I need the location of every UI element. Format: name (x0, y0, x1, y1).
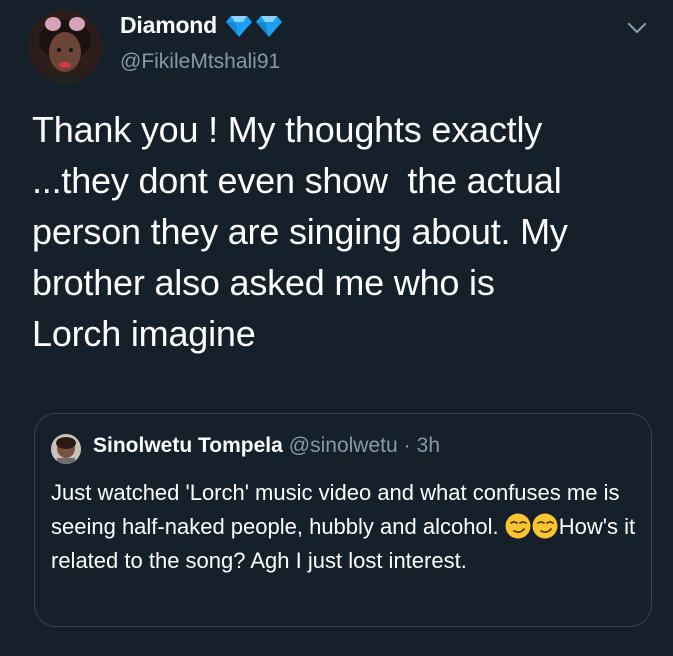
author-handle[interactable]: @FikileMtshali91 (120, 50, 280, 74)
tweet-text-line: person they are singing about. My (32, 211, 568, 252)
badge-group (225, 14, 283, 38)
diamond-icon (256, 15, 282, 37)
meta-separator: · (403, 434, 411, 457)
tweet-text: Thank you ! My thoughts exactly ...they d… (32, 104, 652, 359)
author-name-row: Diamond (120, 12, 283, 39)
quoted-timestamp[interactable]: 3h (417, 434, 440, 458)
tweet-card: Diamond @FikileMtshali91 Thank you ! My … (0, 0, 673, 656)
quoted-display-name[interactable]: Sinolwetu Tompela (93, 434, 283, 458)
tweet-text-line: brother also asked me who is (32, 262, 495, 303)
tweet-text-line: Thank you ! My thoughts exactly (32, 109, 543, 150)
tweet-text-line: Lorch imagine (32, 313, 256, 354)
quoted-tweet[interactable]: Sinolwetu Tompela @sinolwetu · 3h Just w… (34, 413, 652, 627)
diamond-icon (226, 15, 252, 37)
smirking-face-icon (505, 513, 531, 539)
quoted-text: Just watched 'Lorch' music video and wha… (51, 476, 643, 578)
chevron-down-icon[interactable] (623, 14, 651, 42)
author-avatar[interactable] (28, 10, 102, 84)
quoted-author-avatar[interactable] (51, 434, 81, 464)
tweet-text-line: ...they dont even show the actual (32, 160, 562, 201)
author-display-name[interactable]: Diamond (120, 12, 217, 39)
smirking-face-icon (532, 513, 558, 539)
quoted-header: Sinolwetu Tompela @sinolwetu · 3h (93, 434, 440, 458)
quoted-handle[interactable]: @sinolwetu (289, 434, 398, 458)
